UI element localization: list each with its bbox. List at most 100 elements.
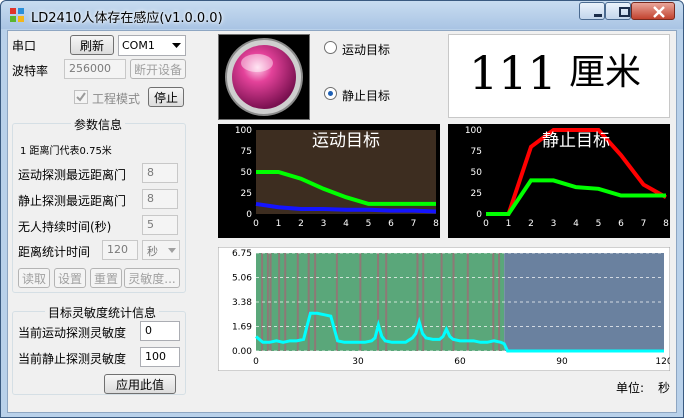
y-tick-label: 0 (476, 210, 482, 220)
port-select-value: COM1 (122, 39, 155, 52)
x-tick-label: 4 (573, 219, 579, 229)
nobody-time-label: 无人持续时间(秒) (18, 220, 112, 234)
static-sensitivity-label: 当前静止探测灵敏度 (18, 352, 127, 366)
y-tick-label: 25 (471, 189, 482, 199)
apply-button[interactable]: 应用此值 (104, 374, 176, 394)
close-icon (653, 6, 665, 18)
static-target-label: 静止目标 (342, 89, 391, 103)
target-indicator (225, 38, 303, 116)
moving-target-radio[interactable] (324, 41, 337, 54)
y-tick-label: 1.69 (232, 323, 252, 333)
gate-chart-svg: 100 75 50 25 00 1 2 3 4 5 6 7 8 静止目标 (448, 124, 670, 238)
x-tick-label: 6 (388, 219, 394, 229)
reset-button[interactable]: 重置 (90, 268, 122, 288)
params-title: 参数信息 (71, 116, 126, 133)
unit-label: 单位: (616, 381, 645, 395)
x-tick-label: 3 (321, 219, 327, 229)
x-tick-label: 120 (655, 357, 670, 367)
gate-note: 1 距离门代表0.75米 (20, 146, 112, 157)
baud-input[interactable]: 256000 (64, 59, 126, 79)
chevron-down-icon (168, 248, 176, 253)
move-gate-input[interactable]: 8 (142, 163, 178, 183)
title-bar[interactable]: LD2410人体存在感应(v1.0.0.0) (1, 1, 683, 29)
data-streak (278, 253, 281, 351)
x-tick-label: 3 (551, 219, 557, 229)
stat-time-label: 距离统计时间 (18, 245, 91, 259)
client-area: 串口 刷新 COM1 波特率 256000 断开设备 工程模式 停止 参数信息 … (7, 30, 677, 413)
y-tick-label: 75 (241, 147, 252, 157)
x-tick-label: 5 (366, 219, 372, 229)
sensitivity-title: 目标灵敏度统计信息 (45, 304, 160, 321)
y-tick-label: 50 (241, 168, 253, 178)
x-tick-label: 1 (276, 219, 282, 229)
static-gate-label: 静止探测最远距离门 (18, 194, 127, 208)
y-tick-label: 75 (471, 147, 482, 157)
x-tick-label: 8 (433, 219, 439, 229)
read-button[interactable]: 读取 (18, 268, 50, 288)
stat-unit-select[interactable]: 秒 (142, 240, 180, 260)
moving-target-label: 运动目标 (342, 43, 391, 57)
x-tick-label: 5 (596, 219, 602, 229)
x-tick-label: 60 (454, 357, 466, 367)
window-title: LD2410人体存在感应(v1.0.0.0) (31, 11, 223, 26)
chevron-down-icon (172, 43, 181, 48)
x-tick-label: 1 (506, 219, 512, 229)
x-tick-label: 4 (343, 219, 349, 229)
target-indicator-panel (218, 34, 310, 120)
x-tick-label: 7 (641, 219, 647, 229)
y-tick-label: 3.38 (232, 298, 252, 308)
x-tick-label: 0 (483, 219, 489, 229)
x-tick-label: 2 (298, 219, 304, 229)
app-window: LD2410人体存在感应(v1.0.0.0) 串口 刷新 COM1 波特率 25… (0, 0, 684, 418)
sensitivity-button[interactable]: 灵敏度... (124, 268, 180, 288)
minimize-button[interactable] (579, 2, 605, 20)
stat-time-input[interactable]: 120 (102, 240, 138, 260)
distance-unit: 厘米 (569, 52, 642, 93)
x-tick-label: 0 (253, 219, 259, 229)
y-tick-label: 5.06 (232, 274, 252, 284)
move-sensitivity-input[interactable]: 0 (140, 321, 180, 341)
port-select[interactable]: COM1 (118, 35, 186, 56)
radio-dot (328, 91, 333, 96)
y-tick-label: 6.75 (232, 249, 252, 259)
static-sensitivity-input[interactable]: 100 (140, 347, 180, 367)
x-tick-label: 2 (528, 219, 534, 229)
distance-value: 111 (469, 46, 557, 100)
baud-label: 波特率 (12, 64, 49, 78)
nobody-time-input[interactable]: 5 (142, 215, 178, 235)
stop-button[interactable]: 停止 (148, 87, 184, 107)
move-sensitivity-label: 当前运动探测灵敏度 (18, 326, 127, 340)
history-chart-svg: 6.75 5.06 3.38 1.69 0.000 30 60 90 120 (217, 246, 673, 372)
static-gate-chart: 100 75 50 25 0 0 1 2 3 4 5 6 7 8 静止目标 (448, 124, 670, 238)
distance-history-chart: 6.75 5.06 3.38 1.69 0.00 0 30 60 90 120 (217, 246, 673, 372)
y-tick-label: 50 (471, 168, 483, 178)
moving-gate-chart: 100 75 50 25 0 0 1 2 3 4 5 6 7 8 运动目标 (218, 124, 440, 238)
distance-display: 111 厘米 (448, 34, 670, 118)
data-streak (284, 253, 287, 351)
data-streak (314, 253, 317, 351)
x-tick-label: 0 (253, 357, 259, 367)
unit-value: 秒 (658, 381, 671, 395)
static-target-radio[interactable] (324, 87, 337, 100)
gate-chart-svg: 100 75 50 25 00 1 2 3 4 5 6 7 8 运动目标 (218, 124, 440, 238)
app-icon (10, 8, 24, 22)
engineering-mode-label: 工程模式 (92, 92, 141, 106)
x-tick-label: 6 (618, 219, 624, 229)
x-tick-label: 7 (411, 219, 417, 229)
maximize-button[interactable] (605, 2, 631, 20)
move-gate-label: 运动探测最远距离门 (18, 168, 127, 182)
chart-title: 运动目标 (312, 131, 380, 151)
static-gate-input[interactable]: 8 (142, 189, 178, 209)
data-streak (307, 253, 310, 351)
close-button[interactable] (631, 2, 675, 20)
y-tick-label: 100 (465, 126, 482, 136)
y-tick-label: 100 (235, 126, 252, 136)
data-streak (385, 253, 388, 351)
engineering-mode-checkbox[interactable] (74, 90, 88, 104)
refresh-button[interactable]: 刷新 (70, 35, 114, 55)
set-button[interactable]: 设置 (54, 268, 86, 288)
y-tick-label: 0.00 (232, 347, 252, 357)
disconnect-button[interactable]: 断开设备 (130, 59, 186, 79)
y-tick-label: 0 (246, 210, 252, 220)
check-icon (76, 92, 86, 102)
